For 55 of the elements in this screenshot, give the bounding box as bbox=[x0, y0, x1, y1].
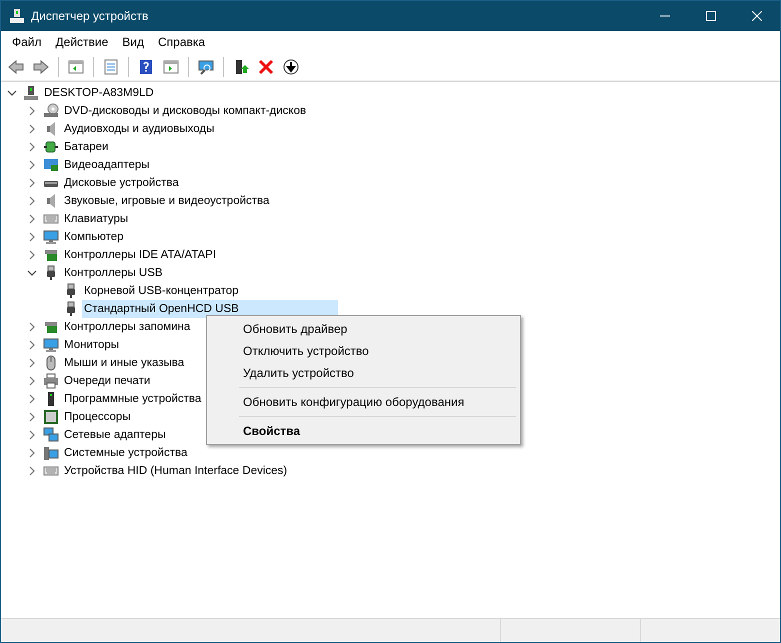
tree-item[interactable]: DVD-дисководы и дисководы компакт-дисков bbox=[62, 102, 308, 120]
help-icon[interactable] bbox=[138, 58, 154, 74]
tree-item[interactable]: Клавиатуры bbox=[62, 210, 130, 228]
maximize-icon bbox=[706, 11, 716, 21]
menu-item[interactable]: Действие bbox=[48, 31, 116, 53]
tree-item[interactable]: Устройства HID (Human Interface Devices) bbox=[62, 462, 290, 480]
network-icon bbox=[43, 427, 59, 443]
menu-item[interactable]: Файл bbox=[5, 31, 49, 53]
controller-card-icon bbox=[43, 319, 59, 335]
tree-item[interactable]: Мониторы bbox=[62, 336, 122, 354]
controller-card-icon bbox=[43, 247, 59, 263]
tree-item[interactable]: Процессоры bbox=[62, 408, 133, 426]
tree-item[interactable]: Аудиовходы и аудиовыходы bbox=[62, 120, 216, 138]
remove-icon[interactable] bbox=[258, 58, 274, 74]
download-circle-icon[interactable] bbox=[283, 58, 299, 74]
menu-item[interactable]: Обновить драйвер bbox=[209, 318, 518, 340]
tree-item[interactable]: Программные устройства bbox=[62, 390, 204, 408]
tree-item[interactable]: Корневой USB-концентратор bbox=[82, 282, 241, 300]
menu-item[interactable]: Свойства bbox=[209, 420, 518, 442]
computer-icon bbox=[23, 85, 39, 101]
tree-item[interactable]: Звуковые, игровые и видеоустройства bbox=[62, 192, 272, 210]
tree-item[interactable]: Контроллеры IDE ATA/ATAPI bbox=[62, 246, 218, 264]
tree-item[interactable]: DESKTOP-A83M9LD bbox=[42, 84, 156, 102]
menu-item[interactable]: Отключить устройство bbox=[209, 340, 518, 362]
monitor-icon bbox=[43, 229, 59, 245]
monitor-icon bbox=[43, 337, 59, 353]
tree-item[interactable]: Системные устройства bbox=[62, 444, 190, 462]
disc-drive-icon bbox=[43, 103, 59, 119]
update-driver-icon[interactable] bbox=[233, 58, 249, 74]
pane-icon[interactable] bbox=[68, 58, 84, 74]
tree-item[interactable]: Видеоадаптеры bbox=[62, 156, 152, 174]
close-icon bbox=[752, 11, 762, 21]
window-title: Диспетчер устройств bbox=[31, 8, 150, 25]
system-device-icon bbox=[43, 445, 59, 461]
properties-icon[interactable] bbox=[103, 58, 119, 74]
pane-icon[interactable] bbox=[163, 58, 179, 74]
menu-item[interactable]: Вид bbox=[115, 31, 151, 53]
battery-icon bbox=[43, 139, 59, 155]
tree-item[interactable]: Дисковые устройства bbox=[62, 174, 181, 192]
tree-item[interactable]: Батареи bbox=[62, 138, 110, 156]
display-adapter-icon bbox=[43, 157, 59, 173]
tree-item[interactable]: Очереди печати bbox=[62, 372, 152, 390]
menu-item[interactable]: Обновить конфигурацию оборудования bbox=[209, 391, 518, 413]
menu-item[interactable]: Удалить устройство bbox=[209, 362, 518, 384]
processor-icon bbox=[43, 409, 59, 425]
app-icon bbox=[9, 8, 25, 24]
menu-item[interactable]: Справка bbox=[151, 31, 212, 53]
tree-item[interactable]: Компьютер bbox=[62, 228, 126, 246]
tree-item[interactable]: Сетевые адаптеры bbox=[62, 426, 168, 444]
tree-item[interactable]: Мыши и иные указыва bbox=[62, 354, 186, 372]
printer-icon bbox=[43, 373, 59, 389]
tree-item[interactable]: Стандартный OpenHCD USB bbox=[82, 300, 338, 318]
scan-monitor-icon[interactable] bbox=[198, 58, 214, 74]
tree-item[interactable]: Контроллеры запомина bbox=[62, 318, 192, 336]
tree-item[interactable]: Контроллеры USB bbox=[62, 264, 165, 282]
